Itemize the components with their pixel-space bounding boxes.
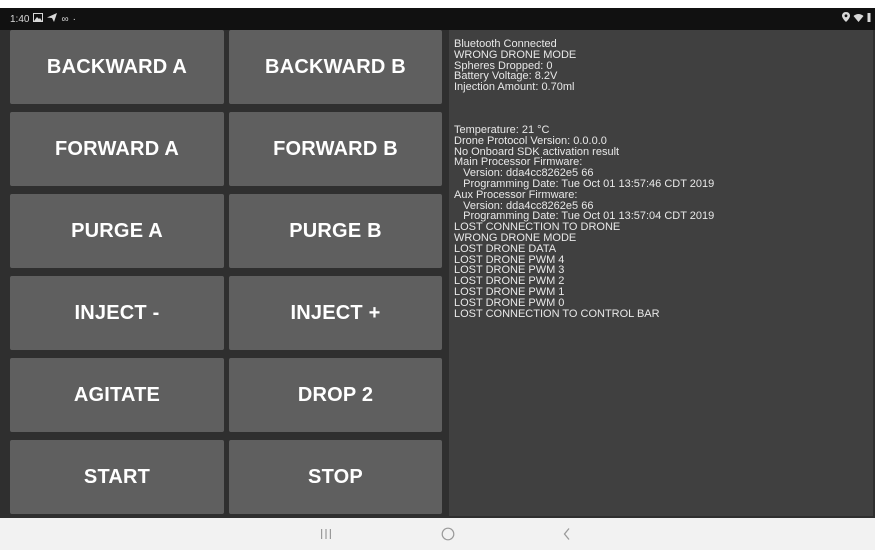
control-button-grid: BACKWARD A BACKWARD B FORWARD A FORWARD … [10, 30, 443, 516]
inject-minus-button[interactable]: INJECT - [10, 276, 224, 350]
infinity-icon: ∞ [61, 13, 69, 25]
status-left: 1:40 ∞ · [10, 13, 76, 26]
status-bar: 1:40 ∞ · [0, 8, 875, 30]
purge-a-button[interactable]: PURGE A [10, 194, 224, 268]
forward-a-button[interactable]: FORWARD A [10, 112, 224, 186]
log-line: LOST DRONE DATA [454, 242, 557, 255]
purge-b-button[interactable]: PURGE B [229, 194, 442, 268]
home-icon[interactable] [433, 524, 463, 544]
log-line: Drone Protocol Version: 0.0.0.0 [454, 134, 607, 147]
dot-icon: · [72, 13, 76, 25]
start-button[interactable]: START [10, 440, 224, 514]
agitate-button[interactable]: AGITATE [10, 358, 224, 432]
navigation-bar [0, 518, 875, 550]
status-right [842, 12, 871, 26]
status-log-panel: Bluetooth Connected WRONG DRONE MODE Sph… [449, 30, 873, 516]
drop-2-button[interactable]: DROP 2 [229, 358, 442, 432]
inject-plus-button[interactable]: INJECT + [229, 276, 442, 350]
status-line: Injection Amount: 0.70ml [454, 81, 575, 94]
location-icon [842, 12, 850, 26]
forward-b-button[interactable]: FORWARD B [229, 112, 442, 186]
recent-apps-icon[interactable] [311, 524, 341, 544]
backward-b-button[interactable]: BACKWARD B [229, 30, 442, 104]
event-log: Temperature: 21 °C Drone Protocol Versio… [454, 125, 714, 319]
backward-a-button[interactable]: BACKWARD A [10, 30, 224, 104]
back-icon[interactable] [552, 524, 582, 544]
status-summary: Bluetooth Connected WRONG DRONE MODE Sph… [454, 39, 576, 93]
wifi-icon [853, 13, 864, 26]
log-line: Aux Processor Firmware: [454, 188, 578, 201]
stop-button[interactable]: STOP [229, 440, 442, 514]
status-line: WRONG DRONE MODE [454, 48, 577, 61]
log-line: LOST CONNECTION TO CONTROL BAR [454, 307, 660, 320]
gallery-icon [33, 13, 44, 26]
clock: 1:40 [10, 14, 30, 25]
send-icon [47, 13, 58, 26]
log-line: LOST DRONE PWM 0 [454, 296, 565, 309]
battery-icon [867, 12, 871, 26]
